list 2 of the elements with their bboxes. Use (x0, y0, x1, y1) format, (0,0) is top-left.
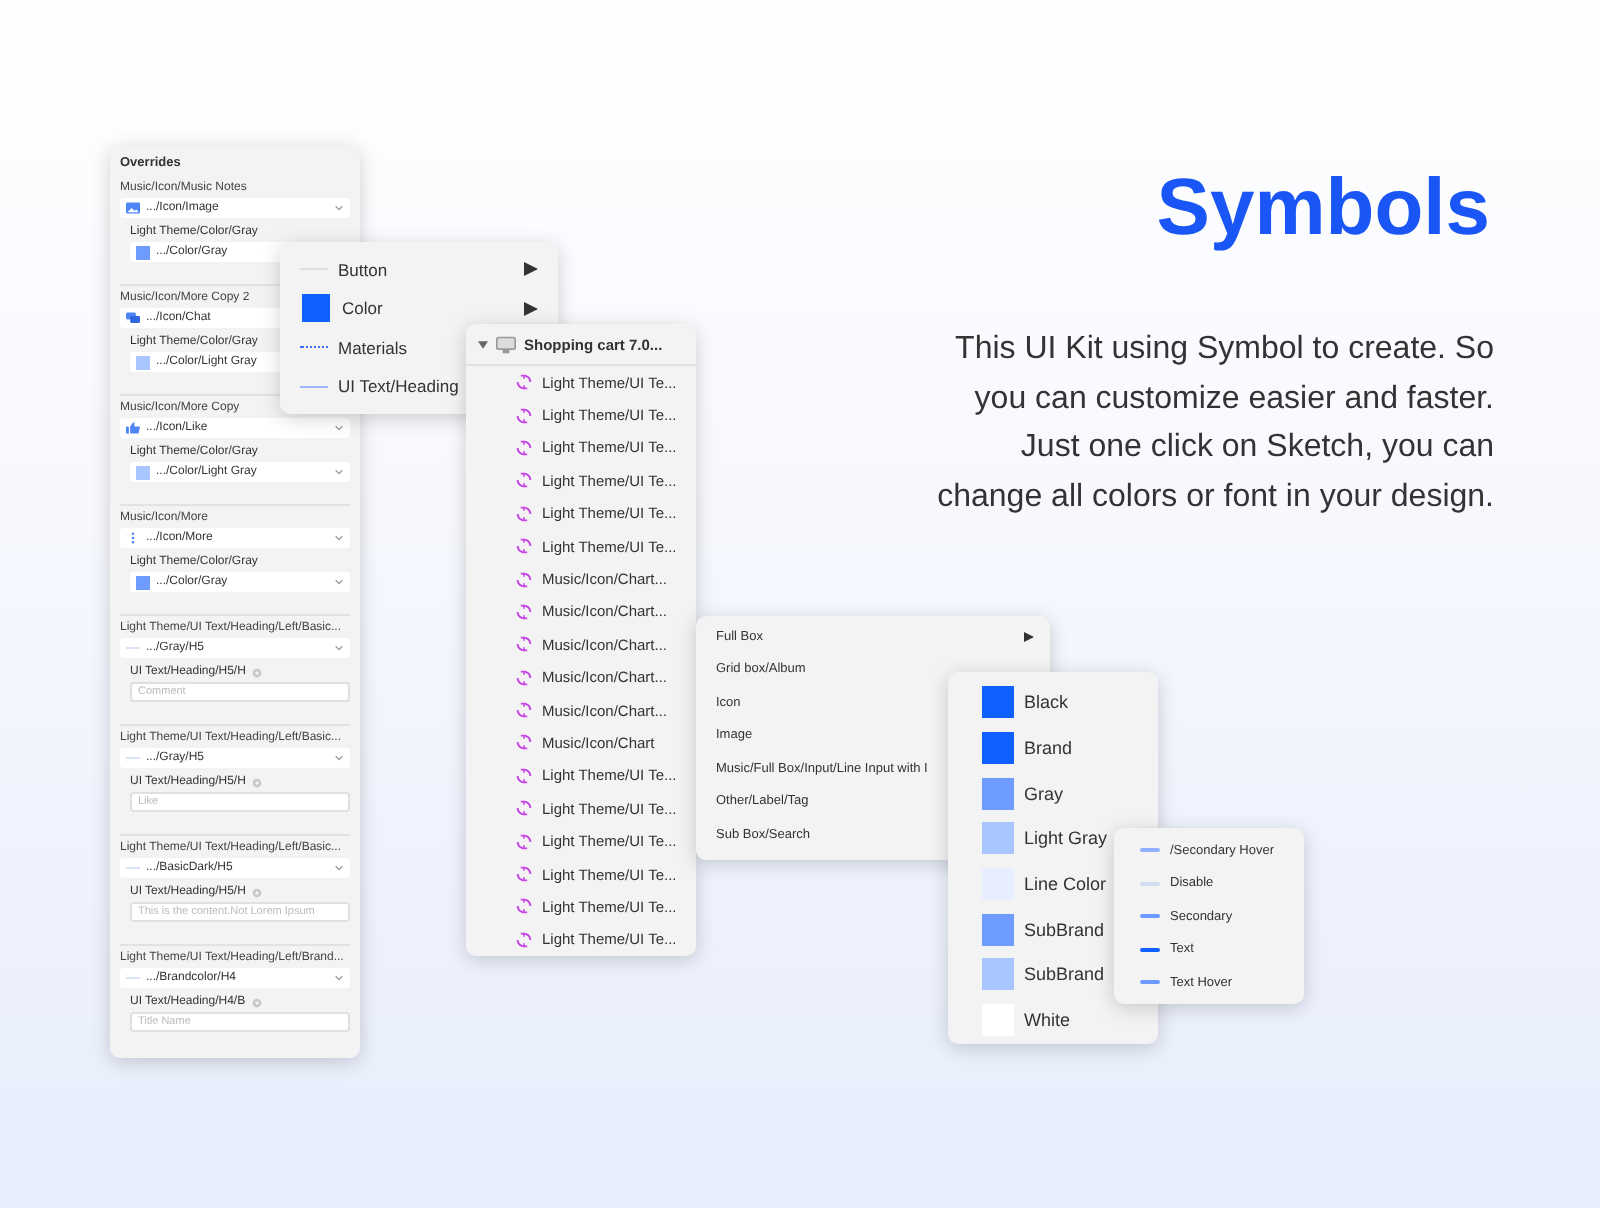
description: This UI Kit using Symbol to create. So you can customize easier and faster. Just one click on Sketch, you can change all colors or font in your design. (935, 330, 1494, 517)
heading: Symbols (1156, 164, 1490, 254)
